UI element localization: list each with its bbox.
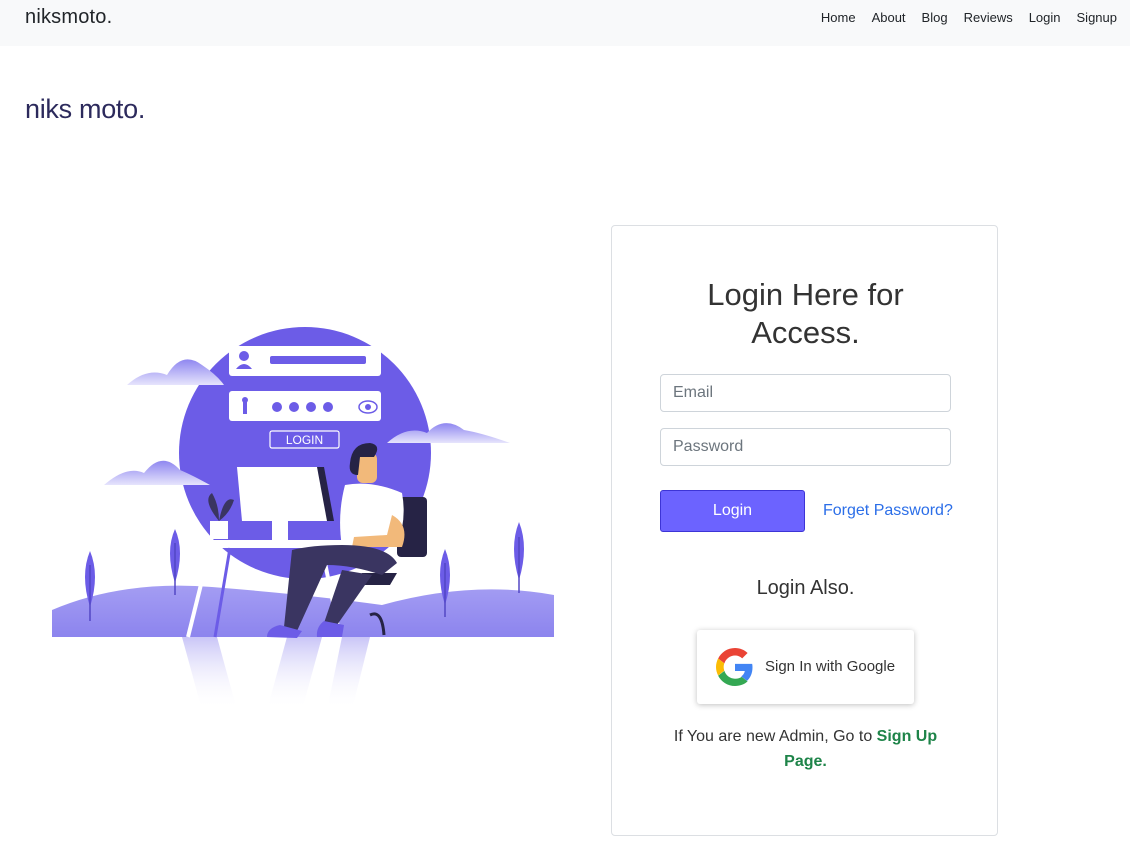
- login-card: Login Here for Access. Login Forget Pass…: [611, 225, 998, 836]
- nav-link-signup[interactable]: Signup: [1069, 10, 1117, 26]
- email-input[interactable]: [660, 374, 951, 412]
- password-input[interactable]: [660, 428, 951, 466]
- nav-link-blog[interactable]: Blog: [914, 10, 956, 26]
- google-signin-label: Sign In with Google: [765, 658, 896, 675]
- forget-password-link[interactable]: Forget Password?: [823, 502, 953, 520]
- login-button[interactable]: Login: [660, 490, 805, 532]
- page-title: niks moto.: [25, 94, 146, 124]
- nav-link-home[interactable]: Home: [813, 10, 864, 26]
- login-card-title: Login Here for Access.: [707, 277, 904, 350]
- nav-link-about[interactable]: About: [864, 10, 914, 26]
- cloud-left-top: [127, 359, 224, 385]
- login-illustration: LOGIN: [52, 327, 554, 710]
- nav-link-reviews[interactable]: Reviews: [956, 10, 1021, 26]
- illustration-login-label: LOGIN: [286, 433, 323, 447]
- login-also-text: Login Also.: [756, 577, 855, 599]
- nav-link-login[interactable]: Login: [1021, 10, 1069, 26]
- brand-logo[interactable]: niksmoto.: [25, 6, 112, 29]
- navbar: niksmoto. Home About Blog Reviews Login …: [0, 0, 1130, 46]
- google-icon: [716, 648, 753, 686]
- nav-links: Home About Blog Reviews Login Signup: [813, 10, 1117, 26]
- google-signin-button[interactable]: Sign In with Google: [697, 630, 914, 704]
- signup-prefix-text: If You are new Admin, Go to: [673, 728, 877, 745]
- signup-prompt: If You are new Admin, Go to Sign Up Page…: [612, 724, 999, 774]
